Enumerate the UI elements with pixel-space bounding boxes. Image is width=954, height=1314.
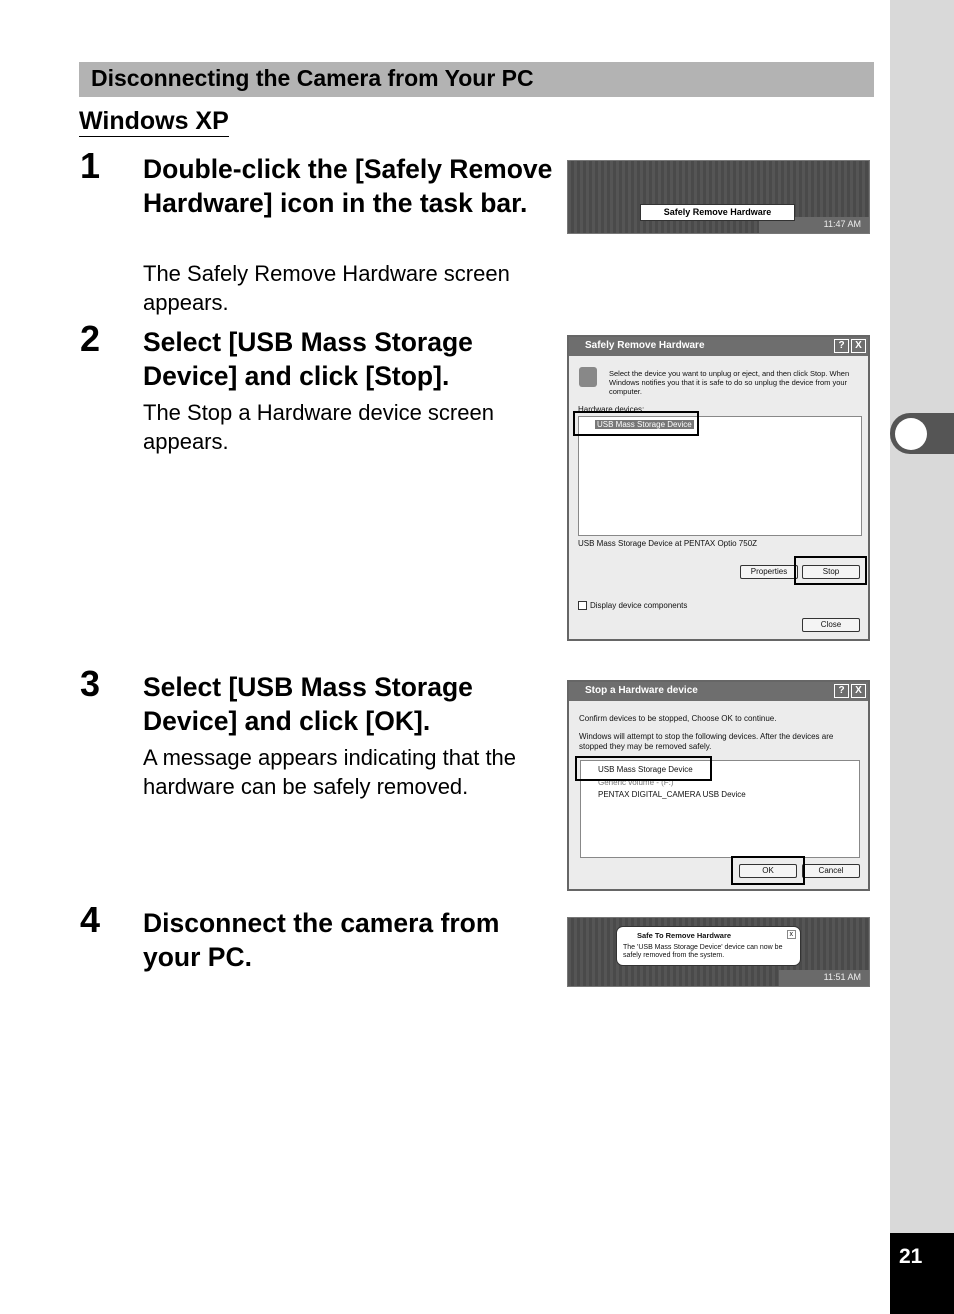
step-number: 4 [80, 899, 101, 940]
tooltip: Safely Remove Hardware [640, 204, 795, 221]
subheading: Windows XP [79, 107, 229, 137]
highlight-box [573, 411, 699, 436]
balloon-title: Safe To Remove Hardware [637, 931, 732, 940]
section-title: Disconnecting the Camera from Your PC [79, 62, 874, 97]
cancel-button[interactable]: Cancel [802, 864, 860, 878]
help-button[interactable]: ? [834, 684, 849, 698]
properties-button[interactable]: Properties [740, 565, 798, 579]
dialog-title: Stop a Hardware device [585, 685, 698, 696]
step-desc: The Stop a Hardware device screen appear… [143, 400, 494, 454]
highlight-box [731, 856, 805, 885]
step-number: 2 [80, 318, 101, 359]
step-title: Select [USB Mass Storage Device] and cli… [143, 672, 473, 736]
close-dialog-button[interactable]: Close [802, 618, 860, 632]
info-text: Windows will attempt to stop the followi… [579, 732, 834, 751]
help-button[interactable]: ? [834, 339, 849, 353]
page-side-strip [890, 0, 954, 1314]
instructions: Select the device you want to unplug or … [609, 369, 850, 396]
step-title: Double-click the [Safely Remove Hardware… [143, 154, 553, 218]
stop-device-dialog: Stop a Hardware device ? X Confirm devic… [567, 680, 870, 891]
close-button[interactable]: X [851, 339, 866, 353]
step-number: 3 [80, 663, 101, 704]
notification-balloon: Safe To Remove Hardware The 'USB Mass St… [616, 926, 801, 966]
display-components-checkbox[interactable] [578, 601, 587, 610]
balloon-message: The 'USB Mass Storage Device' device can… [623, 944, 783, 959]
page-number: 21 [890, 1233, 954, 1314]
dialog-title: Safely Remove Hardware [585, 340, 705, 351]
checkbox-label: Display device components [590, 601, 688, 610]
taskbar-screenshot: 11:51 AM Safe To Remove Hardware The 'US… [567, 917, 870, 987]
confirm-text: Confirm devices to be stopped, Choose OK… [579, 714, 777, 723]
chapter-tab-marker [895, 418, 927, 450]
highlight-box [575, 756, 712, 781]
step-title: Select [USB Mass Storage Device] and cli… [143, 327, 473, 391]
step-desc: A message appears indicating that the ha… [143, 745, 517, 799]
step-number: 1 [80, 145, 101, 186]
safely-remove-dialog: Safely Remove Hardware ? X Select the de… [567, 335, 870, 641]
tray-clock: 11:51 AM [779, 970, 869, 986]
highlight-box [794, 556, 867, 585]
balloon-close-button[interactable]: x [786, 930, 796, 939]
close-button[interactable]: X [851, 684, 866, 698]
step-desc: The Safely Remove Hardware screen appear… [143, 261, 510, 315]
taskbar-screenshot: 11:47 AM Safely Remove Hardware [567, 160, 870, 234]
hardware-icon [579, 367, 597, 387]
step-title: Disconnect the camera from your PC. [143, 908, 500, 972]
device-item: PENTAX DIGITAL_CAMERA USB Device [598, 790, 746, 799]
device-info: USB Mass Storage Device at PENTAX Optio … [578, 539, 758, 548]
